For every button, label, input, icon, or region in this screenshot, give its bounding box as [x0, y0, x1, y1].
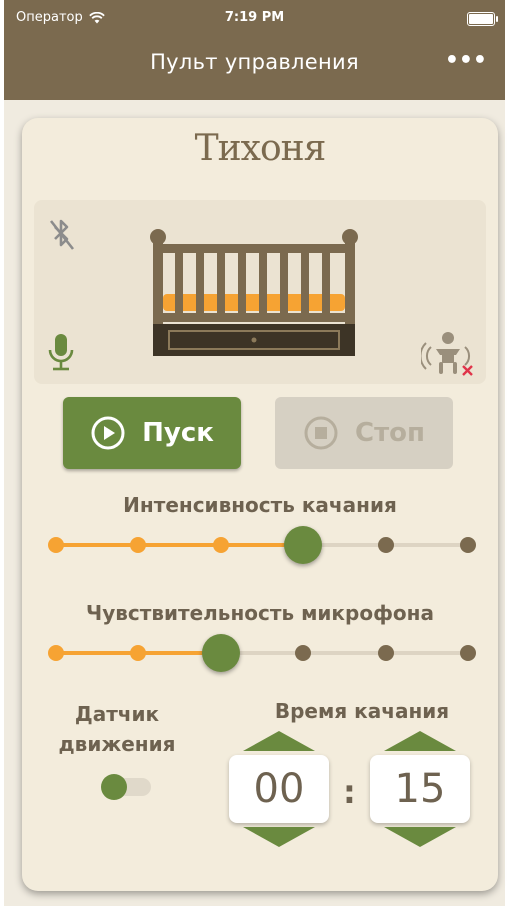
battery-icon: [467, 12, 498, 26]
toggle-thumb: [101, 774, 127, 800]
intensity-label: Интенсивность качания: [123, 493, 397, 517]
play-icon: [91, 416, 125, 450]
motion-sensor-off-icon: [421, 332, 473, 376]
slider-step-dot[interactable]: [460, 645, 476, 661]
slider-step-dot[interactable]: [48, 645, 64, 661]
page-title: Пульт управления: [150, 50, 359, 74]
seconds-field[interactable]: 15: [370, 755, 470, 823]
slider-step-dot[interactable]: [212, 537, 229, 553]
sensitivity-label: Чувствительность микрофона: [86, 601, 434, 625]
rocking-time-label: Время качания: [274, 699, 450, 723]
start-button-label: Пуск: [142, 418, 214, 448]
start-button[interactable]: Пуск: [63, 397, 241, 469]
control-card: Тихоня Пуск Стоп Интенсивность качания Ч…: [22, 118, 498, 891]
stop-button-label: Стоп: [355, 418, 425, 448]
minutes-decrease-button[interactable]: [243, 827, 315, 847]
microphone-icon: [48, 334, 74, 371]
slider-step-dot[interactable]: [460, 537, 476, 553]
time-separator: :: [343, 773, 356, 811]
status-time: 7:19 PM: [224, 10, 285, 25]
motion-sensor-label-line1: Датчик: [74, 702, 160, 726]
stop-icon: [304, 416, 338, 450]
slider-step-dot[interactable]: [130, 537, 147, 553]
minutes-increase-button[interactable]: [243, 731, 315, 751]
minutes-field[interactable]: 00: [229, 755, 329, 823]
slider-step-dot[interactable]: [377, 645, 394, 661]
intensity-slider[interactable]: [48, 525, 476, 565]
crib-illustration: [150, 229, 358, 356]
seconds-increase-button[interactable]: [384, 731, 456, 751]
slider-knob[interactable]: [284, 526, 323, 564]
device-name: Тихоня: [194, 128, 327, 169]
slider-step-dot[interactable]: [377, 537, 394, 553]
slider-knob[interactable]: [201, 634, 240, 672]
bluetooth-off-icon: [49, 219, 75, 250]
content-area: Тихоня Пуск Стоп Интенсивность качания Ч…: [4, 100, 505, 906]
more-button[interactable]: •••: [445, 50, 487, 72]
slider-step-dot[interactable]: [130, 645, 147, 661]
motion-sensor-toggle[interactable]: [101, 774, 151, 800]
sensitivity-slider[interactable]: [48, 633, 476, 673]
top-bar: Оператор 7:19 PM Пульт управления •••: [4, 0, 505, 100]
stop-button[interactable]: Стоп: [275, 397, 453, 469]
seconds-decrease-button[interactable]: [384, 827, 456, 847]
status-bar: Оператор 7:19 PM: [12, 8, 498, 30]
motion-sensor-label: Датчик движения: [42, 699, 192, 759]
motion-sensor-label-line2: движения: [58, 732, 176, 756]
slider-step-dot[interactable]: [48, 537, 64, 553]
device-panel: [34, 200, 486, 384]
slider-step-dot[interactable]: [295, 645, 312, 661]
